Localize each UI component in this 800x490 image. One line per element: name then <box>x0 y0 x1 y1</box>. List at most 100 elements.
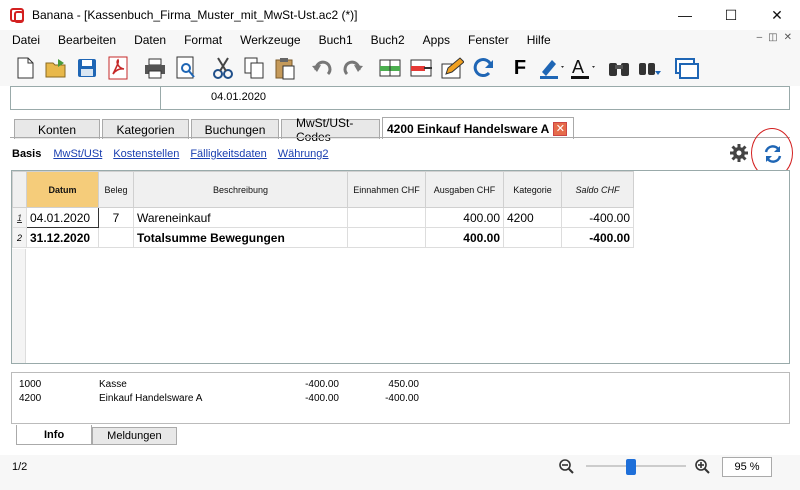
menu-datei[interactable]: Datei <box>4 33 48 47</box>
open-folder-icon[interactable] <box>43 54 69 82</box>
cell-kategorie[interactable] <box>503 227 562 248</box>
tab-konten[interactable]: Konten <box>14 119 100 139</box>
add-row-icon[interactable] <box>377 54 403 82</box>
info-konto: 4200 <box>19 393 42 404</box>
tab-divider <box>10 137 790 138</box>
mdi-restore-button[interactable]: ◫ <box>768 32 777 43</box>
menu-buch2[interactable]: Buch2 <box>363 33 413 47</box>
mdi-close-button[interactable]: ✕ <box>784 32 792 43</box>
delete-row-icon[interactable] <box>408 54 434 82</box>
tab-kategorien[interactable]: Kategorien <box>102 119 189 139</box>
new-file-icon[interactable] <box>12 54 38 82</box>
cell-beleg[interactable] <box>98 227 134 248</box>
tab-konto-4200[interactable]: 4200 Einkauf Handelsware A ✕ <box>382 117 575 139</box>
save-icon[interactable] <box>74 54 100 82</box>
copy-icon[interactable] <box>241 54 267 82</box>
status-bar: 1/2 95 % <box>0 455 800 490</box>
menu-werkzeuge[interactable]: Werkzeuge <box>232 33 308 47</box>
col-ausgaben[interactable]: Ausgaben CHF <box>425 171 504 208</box>
pdf-icon[interactable] <box>105 54 131 82</box>
view-faelligkeitsdaten[interactable]: Fälligkeitsdaten <box>190 148 266 160</box>
col-einnahmen[interactable]: Einnahmen CHF <box>347 171 426 208</box>
col-kategorie[interactable]: Kategorie <box>503 171 562 208</box>
recheck-accounting-icon[interactable] <box>470 54 496 82</box>
row-number[interactable]: 1 <box>12 207 27 228</box>
view-mwst[interactable]: MwSt/USt <box>53 148 102 160</box>
cell-ausgaben[interactable]: 400.00 <box>425 227 504 248</box>
row-number[interactable]: 2 <box>12 227 27 248</box>
cell-kategorie[interactable]: 4200 <box>503 207 562 228</box>
cell-saldo[interactable]: -400.00 <box>561 227 634 248</box>
col-saldo[interactable]: Saldo CHF <box>561 171 634 208</box>
tab-info[interactable]: Info <box>16 425 93 445</box>
font-color-icon[interactable]: A <box>569 54 595 82</box>
cell-beschreibung[interactable]: Wareneinkauf <box>133 207 348 228</box>
cell-einnahmen[interactable] <box>347 207 426 228</box>
cell-saldo[interactable]: -400.00 <box>561 207 634 228</box>
tab-mwst-codes[interactable]: MwSt/USt-Codes <box>281 116 380 144</box>
minimize-button[interactable]: — <box>662 0 708 30</box>
close-tab-icon[interactable]: ✕ <box>553 121 568 136</box>
tab-buchungen[interactable]: Buchungen <box>191 119 279 139</box>
menu-bearbeiten[interactable]: Bearbeiten <box>50 33 124 47</box>
print-preview-icon[interactable] <box>173 54 199 82</box>
cell-beschreibung[interactable]: Totalsumme Bewegungen <box>133 227 348 248</box>
cut-icon[interactable] <box>210 54 236 82</box>
table-row-total[interactable]: 2 31.12.2020 Totalsumme Bewegungen 400.0… <box>12 227 634 248</box>
zoom-level-field[interactable]: 95 % <box>722 457 772 477</box>
info-value-b: 450.00 <box>388 379 419 390</box>
highlight-color-icon[interactable] <box>538 54 564 82</box>
view-basis[interactable]: Basis <box>12 148 41 160</box>
col-datum[interactable]: Datum <box>26 171 99 208</box>
cell-ausgaben[interactable]: 400.00 <box>425 207 504 228</box>
mdi-minimize-button[interactable]: – <box>757 32 763 43</box>
cell-einnahmen[interactable] <box>347 227 426 248</box>
zoom-slider[interactable] <box>586 465 686 467</box>
print-icon[interactable] <box>142 54 168 82</box>
bold-icon[interactable]: F <box>507 54 533 82</box>
tab-konto-4200-label: 4200 Einkauf Handelsware A <box>387 121 550 136</box>
maximize-button[interactable]: ☐ <box>708 0 754 30</box>
table-row[interactable]: 1 04.01.2020 7 Wareneinkauf 400.00 4200 … <box>12 207 634 228</box>
mdi-controls: – ◫ ✕ <box>757 32 792 43</box>
info-name: Einkauf Handelsware A <box>99 393 203 404</box>
menu-hilfe[interactable]: Hilfe <box>519 33 559 47</box>
gear-icon[interactable] <box>729 143 749 163</box>
menu-buch1[interactable]: Buch1 <box>311 33 361 47</box>
find-replace-icon[interactable] <box>637 54 663 82</box>
info-value-a: -400.00 <box>305 393 339 404</box>
cell-beleg[interactable]: 7 <box>98 207 134 228</box>
tab-meldungen[interactable]: Meldungen <box>92 427 177 445</box>
window-switch-icon[interactable] <box>674 54 700 82</box>
toolbar: F A <box>0 50 800 86</box>
cell-datum[interactable]: 04.01.2020 <box>26 207 99 228</box>
redo-icon[interactable] <box>340 54 366 82</box>
zoom-slider-handle[interactable] <box>626 459 636 475</box>
cell-editor-bar[interactable]: 04.01.2020 <box>10 86 790 110</box>
menu-daten[interactable]: Daten <box>126 33 174 47</box>
paste-icon[interactable] <box>272 54 298 82</box>
view-selector: Basis MwSt/USt Kostenstellen Fälligkeits… <box>12 148 340 160</box>
search-binoculars-icon[interactable] <box>606 54 632 82</box>
info-line: 1000 Kasse -400.00 450.00 <box>19 379 419 390</box>
cell-datum[interactable]: 31.12.2020 <box>26 227 99 248</box>
window-title: Banana - [Kassenbuch_Firma_Muster_mit_Mw… <box>32 8 358 22</box>
menu-format[interactable]: Format <box>176 33 230 47</box>
zoom-in-icon[interactable] <box>694 458 710 474</box>
view-waehrung2[interactable]: Währung2 <box>278 148 329 160</box>
account-card-table: Datum Beleg Beschreibung Einnahmen CHF A… <box>11 170 790 364</box>
cell-reference-box[interactable] <box>11 87 161 109</box>
undo-icon[interactable] <box>309 54 335 82</box>
menu-apps[interactable]: Apps <box>415 33 458 47</box>
cell-content[interactable]: 04.01.2020 <box>211 91 266 103</box>
col-beleg[interactable]: Beleg <box>98 171 134 208</box>
menu-fenster[interactable]: Fenster <box>460 33 517 47</box>
info-panel: 1000 Kasse -400.00 450.00 4200 Einkauf H… <box>11 372 790 424</box>
edit-pencil-icon[interactable] <box>439 54 465 82</box>
header-row: Datum Beleg Beschreibung Einnahmen CHF A… <box>12 171 634 208</box>
zoom-out-icon[interactable] <box>558 458 574 474</box>
row-number-header <box>12 171 27 208</box>
view-kostenstellen[interactable]: Kostenstellen <box>113 148 179 160</box>
col-beschreibung[interactable]: Beschreibung <box>133 171 348 208</box>
close-window-button[interactable]: ✕ <box>754 0 800 30</box>
